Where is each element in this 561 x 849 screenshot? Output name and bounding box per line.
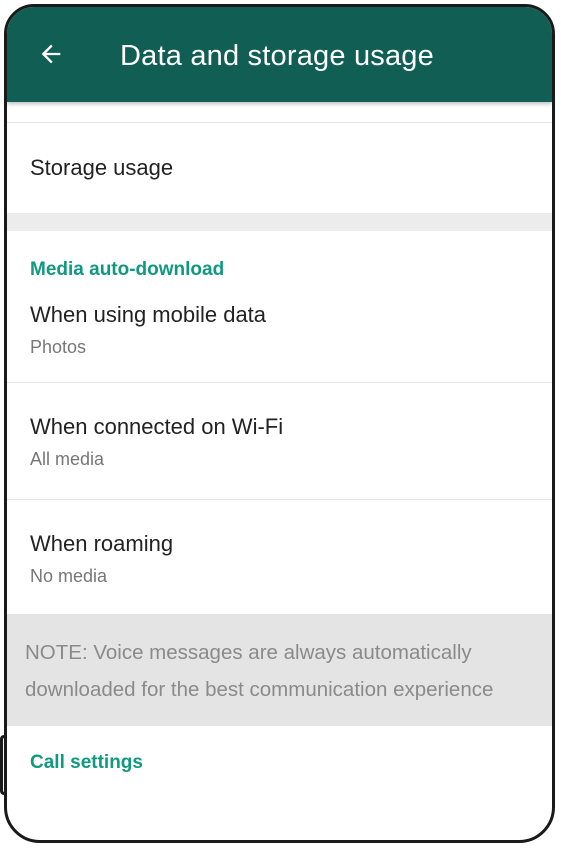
phone-screen: Data and storage usage Storage usage Med… — [4, 4, 555, 843]
call-settings-header: Call settings — [7, 726, 552, 774]
page-title: Data and storage usage — [120, 40, 434, 72]
media-auto-download-header: Media auto-download — [7, 231, 552, 281]
section-gap — [7, 213, 552, 231]
mobile-data-value: Photos — [30, 337, 87, 357]
voice-note: NOTE: Voice messages are always automati… — [7, 614, 552, 726]
settings-content: Storage usage Media auto-download When u… — [7, 102, 552, 774]
app-bar: Data and storage usage — [7, 7, 552, 102]
storage-usage-item[interactable]: Storage usage — [7, 123, 552, 213]
wifi-value: All media — [30, 449, 105, 469]
wifi-item[interactable]: When connected on Wi-Fi All media — [7, 383, 552, 499]
roaming-value: No media — [30, 566, 108, 586]
media-auto-download-header-text: Media auto-download — [30, 259, 225, 280]
roaming-title: When roaming — [30, 531, 174, 556]
mobile-data-item[interactable]: When using mobile data Photos — [7, 281, 552, 376]
roaming-item[interactable]: When roaming No media — [7, 500, 552, 614]
wifi-title: When connected on Wi-Fi — [30, 414, 284, 439]
voice-note-text: NOTE: Voice messages are always automati… — [25, 641, 494, 701]
top-spacer — [7, 102, 552, 122]
mobile-data-title: When using mobile data — [30, 302, 267, 327]
storage-usage-label: Storage usage — [30, 155, 174, 180]
call-settings-header-text: Call settings — [30, 752, 143, 773]
back-arrow-icon[interactable] — [37, 40, 65, 68]
